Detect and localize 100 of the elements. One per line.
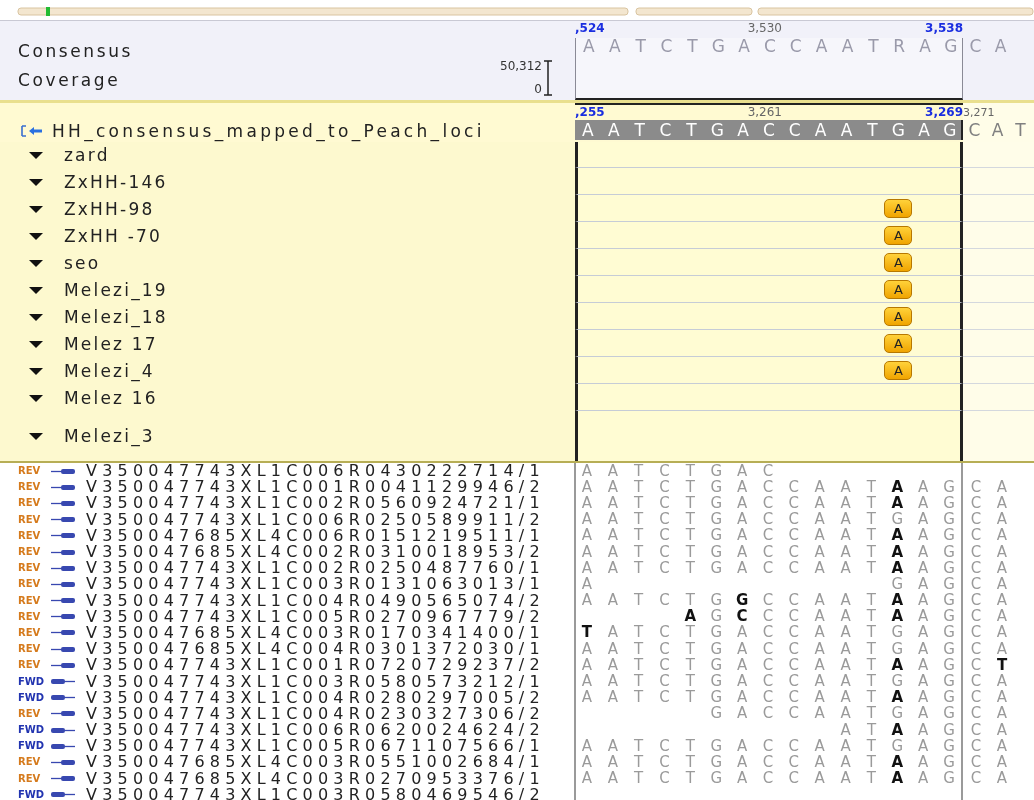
read-sequence: C A [969, 624, 1009, 641]
caret-icon[interactable] [28, 284, 44, 295]
sample-name[interactable]: ZxHH-146 [64, 171, 168, 192]
sample-name[interactable]: Melezi_3 [64, 426, 155, 446]
read-name[interactable]: V350047743XL1C002R0250487760/1 [86, 560, 545, 577]
strand-label: REV [18, 659, 42, 672]
read-name[interactable]: V350047743XL1C005R0270967779/2 [86, 608, 545, 625]
read-arrow-icon [50, 498, 76, 508]
variant-marker[interactable]: A [884, 333, 913, 353]
caret-icon[interactable] [28, 365, 44, 376]
caret-icon[interactable] [28, 150, 44, 160]
read-sequence: C A [969, 592, 1009, 609]
variant-marker[interactable]: A [884, 198, 913, 218]
read-arrow-icon [50, 482, 76, 492]
strand-label: REV [18, 513, 42, 526]
axis-label: 50,312 [500, 60, 542, 73]
read-sequence: C A [969, 527, 1009, 544]
read-name[interactable]: V350047685XL4C003R0170341400/1 [86, 624, 545, 641]
variant-marker[interactable]: A [884, 279, 913, 299]
read-sequence: C A [969, 705, 1009, 722]
caret-icon[interactable] [28, 431, 44, 441]
reference-sequence: A A T C T G A C C A A T G A G [581, 121, 958, 139]
caret-icon[interactable] [28, 311, 44, 322]
caret-icon[interactable] [28, 392, 44, 403]
read-name[interactable]: V350047685XL4C003R0551002684/1 [86, 754, 545, 771]
sample-name[interactable]: ZxHH-98 [64, 198, 155, 219]
read-name[interactable]: V350047743XL1C004R0490565074/2 [86, 592, 545, 609]
sample-name[interactable]: Melez 17 [64, 333, 158, 354]
ruler-label: 3,538 [925, 21, 963, 35]
read-name[interactable]: V350047685XL4C003R0270953376/1 [86, 770, 545, 787]
strand-label: REV [18, 610, 42, 623]
read-arrow-icon [50, 547, 76, 557]
strand-label: FWD [18, 691, 46, 704]
read-name[interactable]: V350047743XL1C003R0131063013/1 [86, 576, 545, 593]
sample-name[interactable]: Melezi_4 [64, 360, 155, 381]
strand-label: REV [18, 481, 42, 494]
read-arrow-icon [50, 466, 76, 476]
read-sequence: C A [969, 754, 1009, 771]
strand-label: REV [18, 643, 42, 656]
read-sequence: A A T C T G A C C A A T G A G [580, 738, 956, 755]
variant-marker[interactable]: A [884, 225, 913, 245]
read-sequence: A A T C T G G C C A A T A A G [580, 592, 956, 609]
variant-marker[interactable]: A [884, 360, 913, 380]
read-sequence: A G C C C A A T A A G [683, 608, 956, 625]
sample-name[interactable]: seo [64, 252, 101, 273]
read-name[interactable]: V350047743XL1C006R0430222714/1 [86, 463, 545, 480]
strand-label: REV [18, 756, 42, 769]
caret-icon[interactable] [28, 203, 44, 214]
read-arrow-icon [50, 563, 76, 573]
sample-name[interactable]: Melezi_18 [64, 306, 168, 327]
read-sequence: C T [969, 657, 1009, 674]
strand-label: REV [18, 626, 42, 639]
strand-label: REV [18, 562, 42, 575]
sample-name[interactable]: zard [64, 145, 110, 165]
variant-marker[interactable]: A [884, 252, 913, 272]
read-name[interactable]: V350047685XL4C004R0301372030/1 [86, 641, 545, 658]
caret-icon[interactable] [28, 176, 44, 187]
sample-name[interactable]: Melezi_19 [64, 279, 168, 300]
read-name[interactable]: V350047743XL1C001R0720729237/2 [86, 657, 545, 674]
strand-label: FWD [18, 724, 46, 737]
read-arrow-icon [50, 531, 76, 541]
caret-icon[interactable] [28, 230, 44, 241]
read-sequence: T A T C T G A C C A A T G A G [580, 624, 956, 641]
read-name[interactable]: V350047743XL1C006R0620024624/2 [86, 722, 545, 739]
ruler-label: 3,269 [925, 105, 963, 119]
consensus-sequence: A A T C T G A C C A A T R A G [582, 38, 959, 55]
read-sequence: C A [969, 511, 1009, 528]
read-name[interactable]: V350047743XL1C004R0280297005/2 [86, 689, 545, 706]
ruler-label: ,255 [575, 105, 605, 119]
read-arrow-icon [50, 612, 76, 622]
read-sequence: A A T C T G A C C A A T A A G [580, 527, 956, 544]
read-arrow-icon [50, 677, 76, 687]
read-sequence: A A T C T G A C C A A T A A G [580, 657, 956, 674]
strand-label: REV [18, 772, 42, 785]
read-name[interactable]: V350047743XL1C002R0560924721/1 [86, 495, 545, 512]
read-sequence: C A [969, 576, 1009, 593]
caret-icon[interactable] [28, 338, 44, 349]
read-name[interactable]: V350047743XL1C003R0580573212/1 [86, 673, 545, 690]
read-sequence: C A [969, 560, 1009, 577]
read-name[interactable]: V350047685XL4C002R0310018953/2 [86, 544, 545, 561]
strand-label: FWD [18, 675, 46, 688]
read-name[interactable]: V350047743XL1C001R0041129946/2 [86, 479, 545, 496]
read-sequence: G A G [890, 576, 956, 593]
read-arrow-icon [50, 725, 76, 735]
read-arrow-icon [50, 774, 76, 784]
read-arrow-icon [50, 596, 76, 606]
read-name[interactable]: V350047743XL1C005R0671107566/1 [86, 738, 545, 755]
read-sequence: C A [969, 738, 1009, 755]
track-label: Consensus [18, 41, 134, 61]
sample-name[interactable]: ZxHH -70 [64, 225, 163, 246]
read-arrow-icon [50, 790, 76, 800]
read-name[interactable]: V350047743XL1C006R0250589911/2 [86, 511, 545, 528]
sample-name[interactable]: Melez 16 [64, 387, 158, 408]
read-name[interactable]: V350047743XL1C004R0230327306/2 [86, 705, 545, 722]
read-sequence: C A [969, 544, 1009, 561]
variant-marker[interactable]: A [884, 306, 913, 326]
read-name[interactable]: V350047685XL4C006R0151219511/1 [86, 527, 545, 544]
arrow-icon[interactable] [20, 123, 44, 138]
ruler-label: 3,530 [747, 21, 782, 35]
caret-icon[interactable] [28, 257, 44, 268]
